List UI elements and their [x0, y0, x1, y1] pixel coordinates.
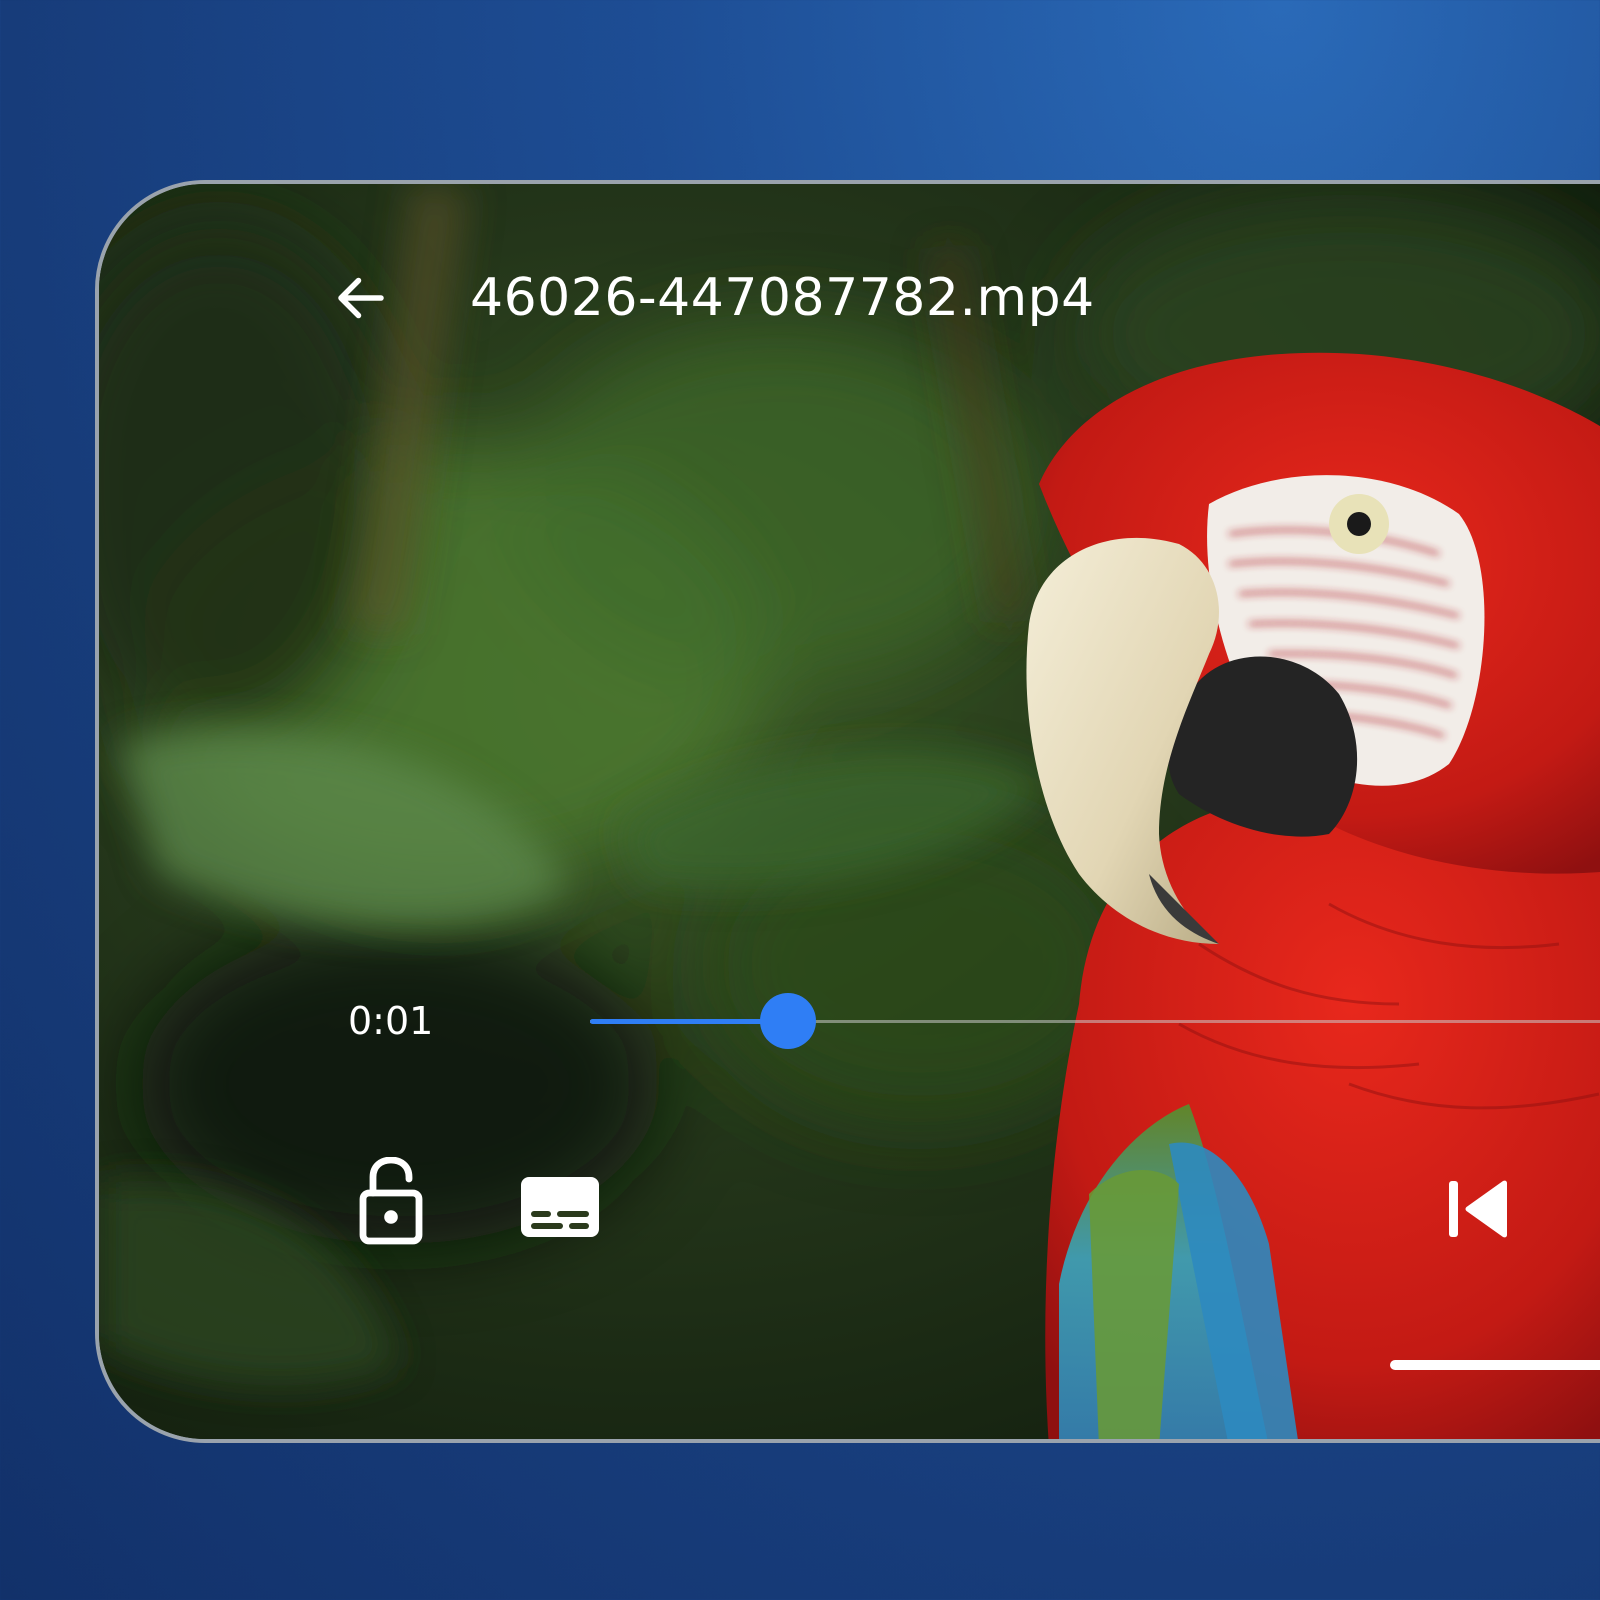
- seek-bar-thumb[interactable]: [760, 993, 816, 1049]
- elapsed-time: 0:01: [348, 999, 434, 1043]
- seek-bar-progress: [590, 1019, 788, 1024]
- lock-open-icon: [359, 1157, 423, 1245]
- previous-button[interactable]: [1444, 1174, 1514, 1244]
- home-indicator[interactable]: [1390, 1360, 1600, 1370]
- skip-previous-icon: [1449, 1180, 1507, 1238]
- seek-bar[interactable]: [590, 993, 1600, 1049]
- top-bar: 46026-447087782.mp4: [99, 184, 1600, 424]
- subtitles-icon: [521, 1177, 599, 1237]
- video-title: 46026-447087782.mp4: [470, 268, 1095, 328]
- arrow-left-icon: [338, 277, 384, 319]
- video-player-screen: 46026-447087782.mp4 0:01: [95, 180, 1600, 1443]
- lock-button[interactable]: [355, 1156, 427, 1246]
- subtitles-button[interactable]: [519, 1174, 601, 1240]
- back-button[interactable]: [327, 264, 395, 332]
